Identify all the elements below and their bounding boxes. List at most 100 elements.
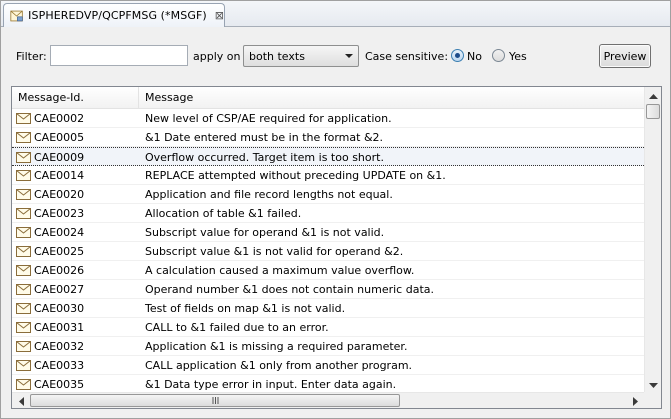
message-text-cell: New level of CSP/AE required for applica…: [145, 112, 392, 125]
editor-content: Filter: apply on both texts Case sensiti…: [1, 28, 670, 418]
message-table: Message-Id. Message CAE0002 New level of …: [11, 86, 662, 409]
envelope-icon: [16, 113, 31, 124]
chevron-down-icon: [345, 54, 353, 58]
envelope-icon: [16, 246, 31, 257]
message-id-cell: CAE0023: [16, 204, 138, 223]
grip-icon: [212, 397, 218, 404]
message-id-cell: CAE0032: [16, 337, 138, 356]
table-row[interactable]: CAE0020 Application and file record lengt…: [12, 185, 644, 204]
envelope-icon: [16, 322, 31, 333]
envelope-icon: [16, 132, 31, 143]
message-text-cell: Application and file record lengths not …: [145, 188, 393, 201]
message-text-cell: REPLACE attempted without preceding UPDA…: [145, 169, 446, 182]
tab-bar: ISPHEREDVP/QCPFMSG (*MSGF) ⊠: [1, 1, 670, 27]
column-header-message-id[interactable]: Message-Id.: [12, 87, 139, 109]
message-id-text: CAE0033: [34, 359, 85, 372]
envelope-icon: [16, 284, 31, 295]
close-icon[interactable]: ⊠: [215, 9, 224, 22]
message-id-text: CAE0014: [34, 169, 85, 182]
scroll-right-icon[interactable]: [627, 393, 644, 408]
message-text-cell: Overflow occurred. Target item is too sh…: [145, 151, 384, 164]
table-row[interactable]: CAE0002 New level of CSP/AE required for …: [12, 109, 644, 128]
table-row[interactable]: CAE0032 Application &1 is missing a requi…: [12, 337, 644, 356]
scroll-up-icon[interactable]: [645, 87, 661, 104]
message-id-cell: CAE0024: [16, 223, 138, 242]
message-id-text: CAE0024: [34, 226, 85, 239]
radio-yes-label[interactable]: Yes: [509, 50, 527, 63]
editor-window: ISPHEREDVP/QCPFMSG (*MSGF) ⊠ Filter: app…: [0, 0, 671, 419]
message-id-text: CAE0031: [34, 321, 85, 334]
table-row[interactable]: CAE0031 CALL to &1 failed due to an error…: [12, 318, 644, 337]
table-row[interactable]: CAE0005 &1 Date entered must be in the fo…: [12, 128, 644, 147]
tab-title: ISPHEREDVP/QCPFMSG (*MSGF): [28, 9, 207, 22]
table-row[interactable]: CAE0033 CALL application &1 only from ano…: [12, 356, 644, 375]
message-id-cell: CAE0014: [16, 166, 138, 185]
envelope-icon: [16, 170, 31, 181]
case-sensitive-label: Case sensitive:: [365, 50, 449, 63]
envelope-icon: [16, 360, 31, 371]
envelope-icon: [16, 265, 31, 276]
table-row[interactable]: CAE0025 Subscript value &1 is not valid f…: [12, 242, 644, 261]
message-id-text: CAE0009: [34, 151, 85, 164]
message-id-text: CAE0026: [34, 264, 85, 277]
message-text-cell: Subscript value for operand &1 is not va…: [145, 226, 385, 239]
message-id-cell: CAE0027: [16, 280, 138, 299]
envelope-icon: [16, 303, 31, 314]
horizontal-scroll-thumb[interactable]: [30, 394, 400, 407]
apply-on-label: apply on: [193, 50, 241, 63]
filter-input[interactable]: [50, 45, 188, 66]
horizontal-scrollbar[interactable]: [12, 392, 644, 408]
message-id-text: CAE0002: [34, 112, 85, 125]
envelope-icon: [16, 152, 31, 163]
message-id-text: CAE0032: [34, 340, 85, 353]
message-id-text: CAE0025: [34, 245, 85, 258]
apply-on-select[interactable]: both texts: [243, 45, 359, 67]
tab-message-file[interactable]: ISPHEREDVP/QCPFMSG (*MSGF) ⊠: [3, 3, 225, 27]
radio-no-label[interactable]: No: [467, 50, 482, 63]
message-text-cell: Operand number &1 does not contain numer…: [145, 283, 434, 296]
table-row[interactable]: CAE0023 Allocation of table &1 failed.: [12, 204, 644, 223]
envelope-icon: [16, 208, 31, 219]
message-file-icon: [10, 10, 23, 21]
vertical-scrollbar[interactable]: [644, 87, 661, 394]
table-row[interactable]: CAE0009 Overflow occurred. Target item is…: [12, 147, 644, 166]
envelope-icon: [16, 379, 31, 390]
message-text-cell: Test of fields on map &1 is not valid.: [145, 302, 346, 315]
message-id-cell: CAE0002: [16, 109, 138, 128]
envelope-icon: [16, 227, 31, 238]
scrollbar-corner: [644, 392, 661, 408]
radio-no[interactable]: [451, 49, 464, 62]
filter-label: Filter:: [16, 50, 47, 63]
table-row[interactable]: CAE0014 REPLACE attempted without precedi…: [12, 166, 644, 185]
table-row[interactable]: CAE0026 A calculation caused a maximum va…: [12, 261, 644, 280]
scroll-left-icon[interactable]: [12, 393, 29, 408]
message-id-text: CAE0027: [34, 283, 85, 296]
envelope-icon: [16, 341, 31, 352]
radio-yes[interactable]: [492, 49, 505, 62]
vertical-scroll-thumb[interactable]: [646, 104, 660, 119]
message-text-cell: Application &1 is missing a required par…: [145, 340, 408, 353]
message-text-cell: CALL to &1 failed due to an error.: [145, 321, 329, 334]
table-row[interactable]: CAE0027 Operand number &1 does not contai…: [12, 280, 644, 299]
preview-button[interactable]: Preview: [599, 44, 651, 68]
table-row[interactable]: CAE0024 Subscript value for operand &1 is…: [12, 223, 644, 242]
message-id-cell: CAE0005: [16, 128, 138, 147]
message-id-cell: CAE0031: [16, 318, 138, 337]
table-row[interactable]: CAE0030 Test of fields on map &1 is not v…: [12, 299, 644, 318]
message-text-cell: A calculation caused a maximum value ove…: [145, 264, 415, 277]
message-text-cell: Subscript value &1 is not valid for oper…: [145, 245, 404, 258]
message-id-cell: CAE0026: [16, 261, 138, 280]
column-header-message[interactable]: Message: [139, 87, 644, 109]
filter-bar: Filter: apply on both texts Case sensiti…: [1, 28, 670, 82]
message-id-cell: CAE0030: [16, 299, 138, 318]
message-id-text: CAE0030: [34, 302, 85, 315]
apply-on-value: both texts: [249, 49, 305, 63]
message-text-cell: CALL application &1 only from another pr…: [145, 359, 413, 372]
message-id-cell: CAE0025: [16, 242, 138, 261]
message-id-text: CAE0023: [34, 207, 85, 220]
message-id-cell: CAE0033: [16, 356, 138, 375]
message-id-text: CAE0020: [34, 188, 85, 201]
table-header: Message-Id. Message: [12, 87, 644, 109]
table-body: CAE0002 New level of CSP/AE required for …: [12, 109, 644, 394]
message-id-text: CAE0005: [34, 131, 85, 144]
